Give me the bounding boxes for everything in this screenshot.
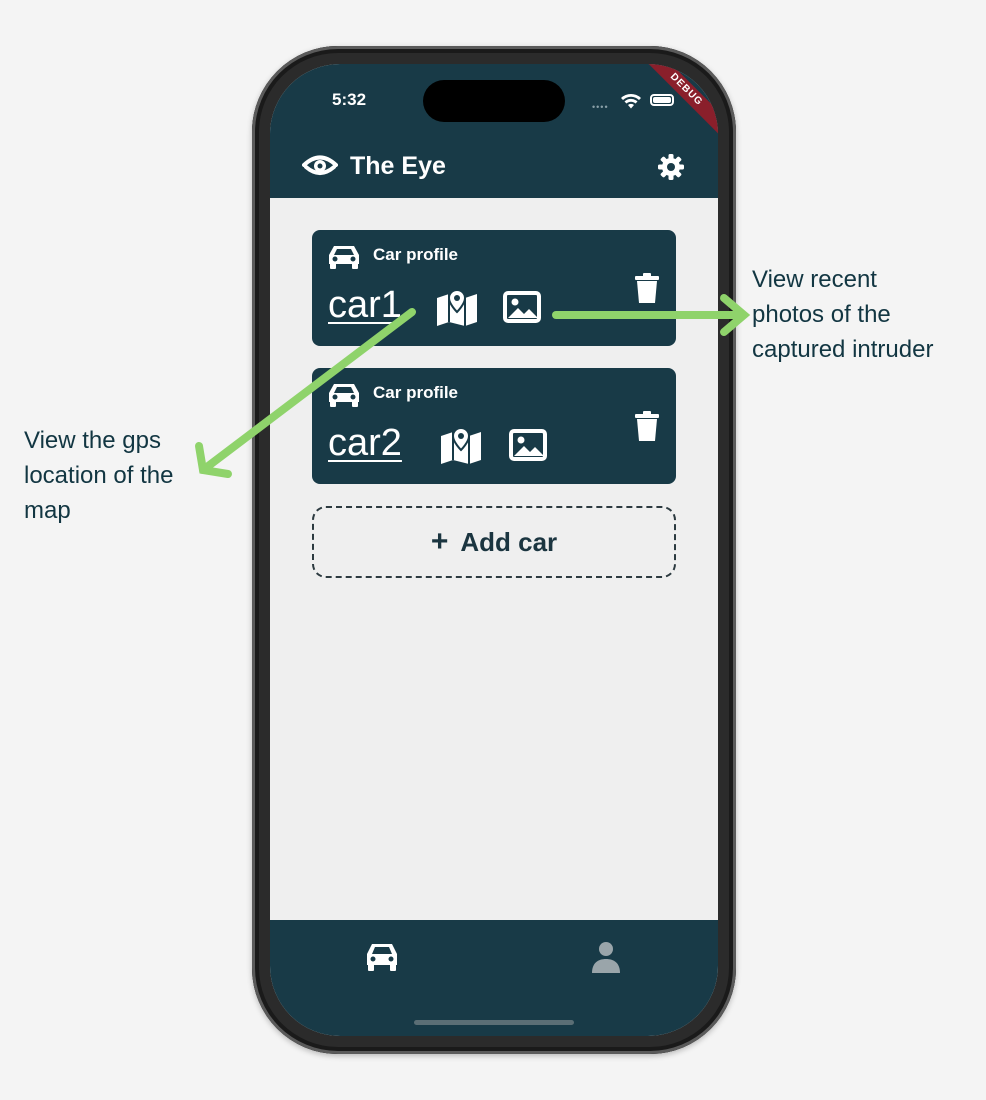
trash-icon[interactable] bbox=[634, 410, 660, 442]
battery-icon bbox=[650, 94, 674, 106]
photos-icon[interactable] bbox=[508, 428, 548, 462]
annotation-line: View recent bbox=[752, 266, 877, 293]
app-title: The Eye bbox=[350, 152, 446, 180]
car-icon bbox=[329, 384, 359, 407]
photos-annotation: View recent photos of the captured intru… bbox=[752, 262, 933, 367]
annotation-line: photos of the bbox=[752, 301, 891, 328]
car-profile-card[interactable]: Car profile car1 bbox=[312, 230, 676, 346]
car-name-link[interactable]: car1 bbox=[328, 284, 402, 327]
annotation-line: map bbox=[24, 497, 71, 524]
app-header: 5:32 •••• DEBUG The Eye bbox=[270, 64, 718, 198]
bottom-navigation bbox=[270, 920, 718, 1036]
dynamic-island bbox=[423, 80, 565, 122]
phone-screen: 5:32 •••• DEBUG The Eye Car profile car1… bbox=[270, 64, 718, 1036]
stage: 5:32 •••• DEBUG The Eye Car profile car1… bbox=[0, 0, 986, 1100]
wifi-icon bbox=[621, 94, 641, 109]
eye-icon bbox=[302, 155, 338, 175]
map-location-icon[interactable] bbox=[434, 288, 480, 326]
map-location-icon[interactable] bbox=[438, 426, 484, 464]
photos-icon[interactable] bbox=[502, 290, 542, 324]
trash-icon[interactable] bbox=[634, 272, 660, 304]
car-profile-label: Car profile bbox=[373, 245, 459, 264]
add-car-label: Add car bbox=[460, 526, 558, 557]
car-profile-card[interactable]: Car profile car2 bbox=[312, 368, 676, 484]
car-icon[interactable] bbox=[364, 940, 400, 974]
plus-icon: + bbox=[430, 525, 449, 558]
car-profile-label: Car profile bbox=[373, 383, 459, 402]
annotation-line: captured intruder bbox=[752, 336, 934, 363]
signal-icon: •••• bbox=[592, 102, 609, 112]
add-car-button[interactable]: + Add car bbox=[312, 506, 676, 578]
annotation-line: location of the bbox=[24, 462, 174, 489]
car-name-link[interactable]: car2 bbox=[328, 422, 402, 465]
annotation-line: View the gps bbox=[24, 427, 161, 454]
car-icon bbox=[329, 246, 359, 269]
home-indicator bbox=[414, 1020, 574, 1025]
gear-icon[interactable] bbox=[656, 152, 686, 182]
status-time: 5:32 bbox=[332, 90, 367, 109]
person-icon[interactable] bbox=[590, 940, 622, 974]
gps-annotation: View the gps location of the map bbox=[24, 423, 173, 528]
